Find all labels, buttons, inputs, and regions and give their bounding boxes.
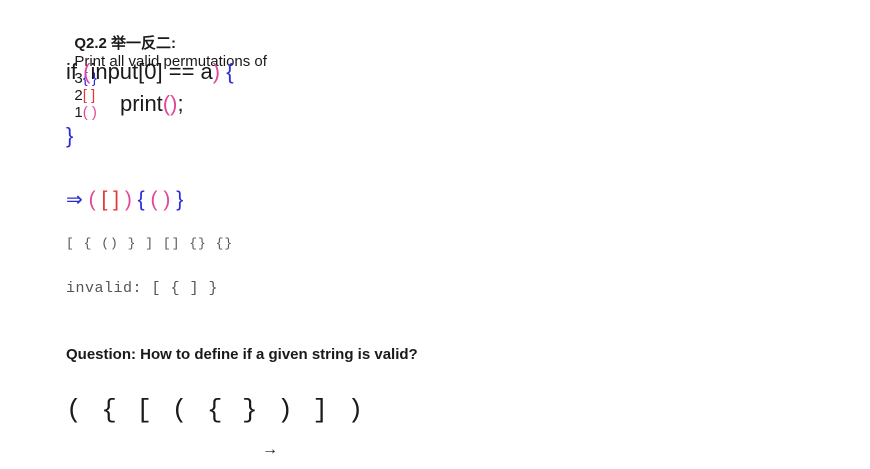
open-brace: { <box>226 59 234 84</box>
result-sequence: ⇒ ( [ ] ) { ( ) } <box>66 187 183 212</box>
code-line-if: if (input[0] == a) { <box>66 59 234 85</box>
example-valid-line: [ { () } ] [] {} {} <box>66 236 234 251</box>
square-pair: [ ] <box>82 87 96 104</box>
semicolon: ; <box>177 91 184 116</box>
result-close-paren: ) <box>124 188 132 211</box>
close-paren: ) <box>212 59 221 84</box>
implies-arrow-icon: ⇒ <box>66 189 83 211</box>
close-brace: } <box>66 123 74 148</box>
right-arrow-icon: → <box>262 441 278 458</box>
result-open-curly: { <box>137 188 145 211</box>
result-inner-paren: ( ) <box>150 188 171 211</box>
bracket-string: ( { [ ( { } ) ] ) <box>66 395 366 425</box>
result-open-paren: ( <box>88 188 96 211</box>
example-invalid-line: invalid: [ { ] } <box>66 280 219 297</box>
print-call: print <box>120 91 163 116</box>
result-square: [ ] <box>101 188 119 211</box>
code-line-close: } <box>66 123 73 149</box>
question-text: Question: How to define if a given strin… <box>66 346 418 363</box>
result-close-curly: } <box>176 188 184 211</box>
code-line-print: print(); <box>120 91 184 117</box>
call-parens: () <box>162 91 178 116</box>
count-1: 1 <box>74 104 83 121</box>
paren-pair: ( ) <box>82 104 97 121</box>
count-2: 2 <box>74 87 83 104</box>
question-id: Q2.2 举一反二: <box>74 35 177 52</box>
keyword-if: if <box>66 59 77 84</box>
condition: input[0] == a <box>90 59 213 84</box>
